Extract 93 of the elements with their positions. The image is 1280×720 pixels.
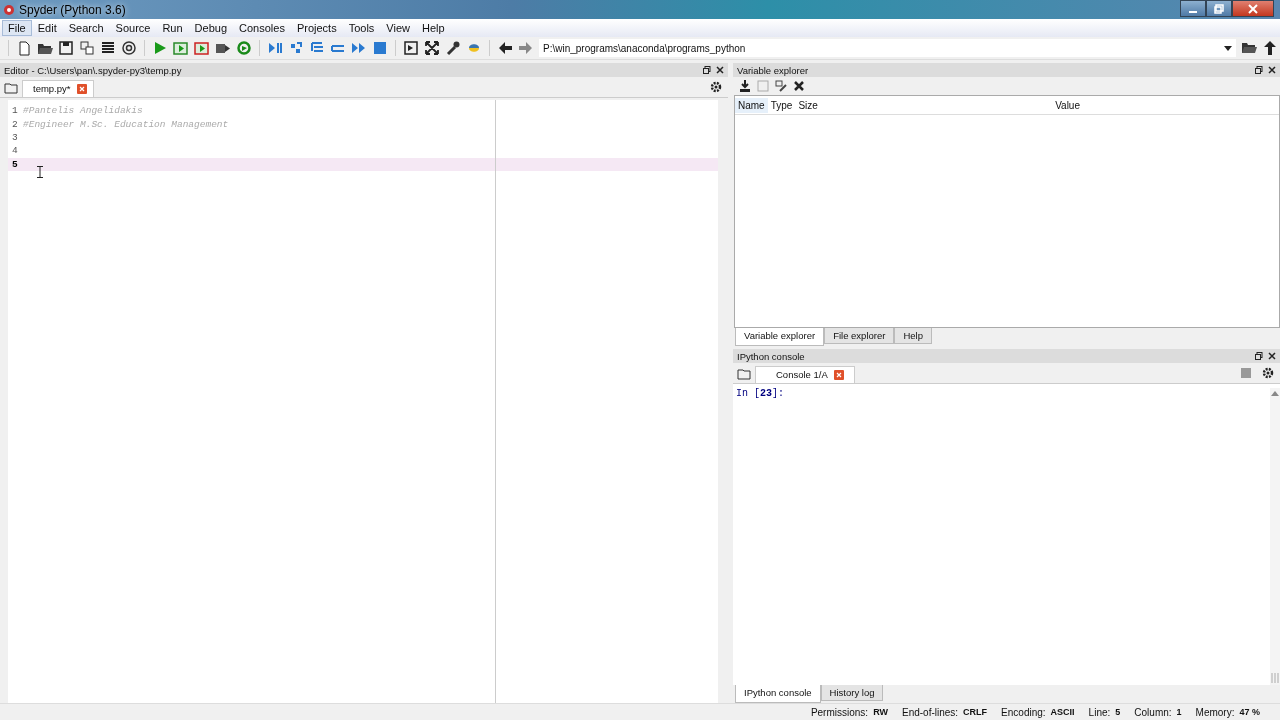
pane-tab[interactable]: File explorer — [824, 328, 895, 344]
path-field[interactable]: P:\win_programs\anaconda\programs_python — [539, 39, 1236, 57]
undock-icon[interactable] — [1255, 352, 1263, 360]
play-icon[interactable] — [152, 40, 168, 56]
settings-icon[interactable] — [1262, 367, 1274, 379]
status-label: Column: — [1134, 706, 1172, 718]
undock-icon[interactable] — [703, 66, 711, 74]
console-tab[interactable]: Console 1/A — [755, 366, 855, 383]
scrollbar[interactable] — [1270, 388, 1280, 685]
status-value: ASCII — [1050, 706, 1075, 718]
column-header[interactable]: Type — [767, 99, 796, 111]
status-label: Memory: — [1195, 706, 1235, 718]
status-label: End-of-lines: — [901, 706, 959, 718]
save-all-icon[interactable] — [79, 40, 95, 56]
run-cell-advance-icon[interactable] — [194, 40, 210, 56]
menu-item[interactable]: Edit — [31, 20, 63, 36]
pane-title: Variable explorer — [737, 64, 809, 76]
close-button[interactable] — [1232, 0, 1274, 17]
menu-item[interactable]: Consoles — [233, 20, 291, 36]
maximize-button[interactable] — [1206, 0, 1232, 17]
pane-tab[interactable]: History log — [820, 685, 884, 701]
edit-icon[interactable] — [775, 80, 787, 92]
close-icon[interactable] — [1268, 66, 1276, 74]
save-icon[interactable] — [58, 40, 74, 56]
grip-icon[interactable] — [1271, 673, 1279, 683]
scroll-up-icon[interactable] — [1271, 390, 1279, 396]
menu-item[interactable]: Run — [156, 20, 189, 36]
line-number: 2 — [11, 118, 19, 130]
status-value: 5 — [1115, 706, 1121, 718]
code-comment: #Engineer M.Sc. Education Management — [23, 118, 229, 130]
restore-icon[interactable] — [1214, 3, 1224, 14]
rerun-icon[interactable] — [236, 40, 252, 56]
line-number: 3 — [11, 131, 19, 143]
menu-item[interactable]: Source — [109, 20, 157, 36]
status-label: Permissions: — [810, 706, 869, 718]
menu-item[interactable]: View — [380, 20, 416, 36]
console-output[interactable]: In [23]: — [733, 384, 1280, 685]
up-arrow-icon[interactable] — [1262, 40, 1278, 56]
column-header[interactable]: Value — [1052, 99, 1083, 111]
line-number: 4 — [11, 145, 19, 157]
continue-icon[interactable] — [351, 40, 367, 56]
browse-tabs-icon[interactable] — [4, 82, 18, 94]
caret-icon[interactable] — [1224, 44, 1232, 52]
pane-tab[interactable]: IPython console — [735, 685, 821, 703]
forward-arrow-icon[interactable] — [518, 40, 534, 56]
status-label: Encoding: — [1001, 706, 1046, 718]
status-label: Line: — [1088, 706, 1111, 718]
line-number: 1 — [11, 105, 19, 117]
close-icon[interactable] — [1268, 352, 1276, 360]
status-value: 1 — [1176, 706, 1182, 718]
column-header[interactable]: Name — [735, 97, 768, 113]
menu-item[interactable]: Search — [62, 20, 110, 36]
minimize-button[interactable] — [1180, 0, 1206, 17]
back-arrow-icon[interactable] — [497, 40, 513, 56]
step-icon[interactable] — [288, 40, 304, 56]
window-title: Spyder (Python 3.6) — [19, 2, 126, 17]
code-editor[interactable]: 1 #Pantelis Angelidakis 2 #Engineer M.Sc. Education Management 3 4 5 — [8, 100, 718, 703]
run-cell-icon[interactable] — [173, 40, 189, 56]
menu-item[interactable]: Tools — [342, 20, 381, 36]
list-icon[interactable] — [100, 40, 116, 56]
debug-icon[interactable] — [267, 40, 283, 56]
pane-tab[interactable]: Variable explorer — [735, 328, 825, 346]
status-value: RW — [873, 706, 888, 718]
settings-icon[interactable] — [710, 81, 722, 93]
menu-item[interactable]: Help — [416, 20, 451, 36]
maximize-pane-icon[interactable] — [403, 40, 419, 56]
menu-item[interactable]: Debug — [188, 20, 234, 36]
code-comment: #Pantelis Angelidakis — [23, 105, 143, 117]
close-icon[interactable] — [716, 66, 724, 74]
file-tab[interactable]: temp.py* — [22, 80, 94, 97]
import-icon[interactable] — [739, 80, 751, 92]
remove-icon[interactable] — [793, 80, 805, 92]
fullscreen-icon[interactable] — [424, 40, 440, 56]
menu-item[interactable]: Projects — [290, 20, 343, 36]
wrench-icon[interactable] — [445, 40, 461, 56]
browse-tabs-icon[interactable] — [737, 368, 751, 380]
menu-item[interactable]: File — [2, 20, 32, 36]
line-number: 5 — [11, 158, 19, 170]
new-file-icon[interactable] — [16, 40, 32, 56]
undock-icon[interactable] — [1255, 66, 1263, 74]
app-logo-icon — [3, 3, 15, 16]
pane-title: IPython console — [737, 350, 805, 362]
column-header[interactable]: Size — [795, 99, 821, 111]
status-value: CRLF — [963, 706, 988, 718]
pane-tab[interactable]: Help — [894, 328, 932, 344]
console-prompt: In [23]: — [736, 388, 786, 401]
status-value: 47 % — [1239, 706, 1260, 718]
text-cursor-icon — [37, 166, 43, 178]
close-tab-icon[interactable] — [833, 369, 844, 380]
stop-icon[interactable] — [372, 40, 388, 56]
pane-title: Editor - C:\Users\pan\.spyder-py3\temp.py — [4, 64, 182, 76]
close-tab-icon[interactable] — [76, 83, 87, 94]
open-folder-icon[interactable] — [1241, 40, 1257, 56]
